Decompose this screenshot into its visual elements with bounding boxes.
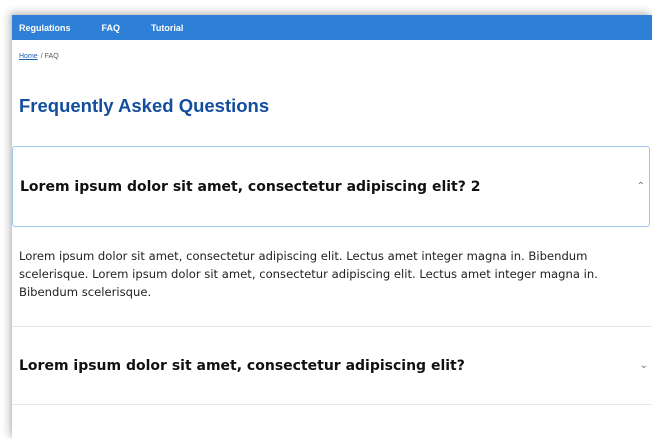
chevron-up-icon: ⌃ bbox=[636, 180, 645, 192]
nav-link-regulations[interactable]: Regulations bbox=[19, 23, 71, 33]
chevron-down-icon: ⌄ bbox=[639, 359, 648, 371]
breadcrumb-home-link[interactable]: Home bbox=[19, 53, 38, 60]
top-navbar: Regulations FAQ Tutorial bbox=[12, 15, 652, 40]
page-title: Frequently Asked Questions bbox=[19, 95, 270, 116]
faq-question-toggle[interactable]: Lorem ipsum dolor sit amet, consectetur … bbox=[12, 327, 652, 405]
faq-question-toggle[interactable]: Lorem ipsum dolor sit amet, consectetur … bbox=[12, 146, 650, 227]
breadcrumb-current: FAQ bbox=[44, 53, 59, 60]
breadcrumb-separator: / bbox=[40, 53, 43, 60]
breadcrumb: Home / FAQ bbox=[19, 53, 652, 60]
browser-viewport: Regulations FAQ Tutorial Home / FAQ Freque… bbox=[12, 15, 652, 439]
nav-link-tutorial[interactable]: Tutorial bbox=[151, 23, 183, 33]
nav-link-faq[interactable]: FAQ bbox=[102, 23, 121, 33]
faq-question: Lorem ipsum dolor sit amet, consectetur … bbox=[19, 357, 465, 374]
faq-question: Lorem ipsum dolor sit amet, consectetur … bbox=[20, 178, 481, 195]
faq-item: Lorem ipsum dolor sit amet, consectetur … bbox=[12, 327, 652, 405]
faq-item: Lorem ipsum dolor sit amet, consectetur … bbox=[12, 146, 652, 327]
faq-list: Lorem ipsum dolor sit amet, consectetur … bbox=[12, 146, 652, 405]
faq-answer: Lorem ipsum dolor sit amet, consectetur … bbox=[12, 227, 652, 327]
